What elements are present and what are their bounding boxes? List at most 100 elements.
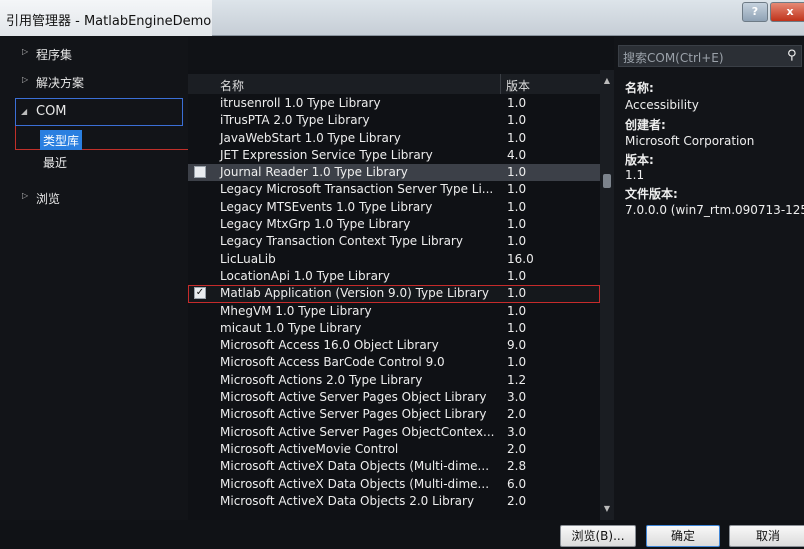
help-button[interactable]: ? <box>742 2 768 22</box>
row-version: 1.0 <box>507 96 527 110</box>
row-name: LicLuaLib <box>220 251 276 266</box>
nav-item-solution[interactable]: ▷ 解决方案 <box>0 70 188 94</box>
expand-arrow-icon: ▷ <box>22 75 29 84</box>
row-name: Legacy MtxGrp 1.0 Type Library <box>220 217 411 232</box>
ok-button[interactable]: 确定 <box>646 525 720 547</box>
row-name: Microsoft Active Server Pages Object Lib… <box>220 390 487 405</box>
list-row[interactable]: Microsoft Actions 2.0 Type Library 1.2 <box>188 372 600 389</box>
row-version: 9.0 <box>507 338 527 353</box>
list-row[interactable]: Legacy Transaction Context Type Library 1… <box>188 233 600 250</box>
nav-item-assemblies[interactable]: ▷ 程序集 <box>0 42 188 66</box>
details-panel: 搜索COM(Ctrl+E) ⚲ 名称: Accessibility 创建者: M… <box>614 37 804 520</box>
expand-arrow-icon: ▷ <box>22 47 29 56</box>
list-row[interactable]: iTrusPTA 2.0 Type Library 1.0 <box>188 112 600 129</box>
row-version: 6.0 <box>507 476 527 491</box>
list-row[interactable]: Microsoft Active Server Pages Object Lib… <box>188 406 600 423</box>
row-version: 1.0 <box>507 234 527 249</box>
list-row[interactable]: Microsoft ActiveX Data Objects (Multi-di… <box>188 476 600 493</box>
expand-arrow-icon: ▷ <box>22 191 29 200</box>
list-row[interactable]: Legacy MTSEvents 1.0 Type Library 1.0 <box>188 199 600 216</box>
list-row[interactable]: Microsoft ActiveX Data Objects 2.0 Libra… <box>188 493 600 510</box>
detail-creator-value: Microsoft Corporation <box>625 134 755 148</box>
list-row[interactable]: Microsoft Access 16.0 Object Library 9.0 <box>188 337 600 354</box>
row-version: 16.0 <box>507 251 534 266</box>
column-header-name[interactable]: 名称 <box>220 77 244 94</box>
list-row[interactable]: Legacy Microsoft Transaction Server Type… <box>188 181 600 198</box>
list-row[interactable]: Microsoft ActiveMovie Control 2.0 <box>188 441 600 458</box>
list-row[interactable]: Legacy MtxGrp 1.0 Type Library 1.0 <box>188 216 600 233</box>
row-version: 1.0 <box>507 165 527 180</box>
row-version: 4.0 <box>507 147 527 162</box>
list-header: 名称 版本 <box>188 74 600 94</box>
detail-file-version-label: 文件版本: <box>625 187 678 201</box>
row-name: Legacy Transaction Context Type Library <box>220 234 463 249</box>
detail-name-label: 名称: <box>625 81 654 95</box>
list-scrollbar[interactable]: ▲ ▼ <box>600 70 614 520</box>
column-header-version[interactable]: 版本 <box>506 77 530 94</box>
close-button[interactable]: x <box>770 2 804 22</box>
row-name: itrusenroll 1.0 Type Library <box>220 96 381 110</box>
list-row[interactable]: micaut 1.0 Type Library 1.0 <box>188 320 600 337</box>
nav-item-label: COM <box>36 104 67 119</box>
detail-creator-label: 创建者: <box>625 118 666 132</box>
row-name: MhegVM 1.0 Type Library <box>220 303 372 318</box>
row-version: 1.0 <box>507 199 527 214</box>
list-row[interactable]: MhegVM 1.0 Type Library 1.0 <box>188 303 600 320</box>
row-name: Microsoft Access BarCode Control 9.0 <box>220 355 445 370</box>
browse-button[interactable]: 浏览(B)... <box>560 525 636 547</box>
row-version: 1.0 <box>507 320 527 335</box>
nav-subitem-recent[interactable]: 最近 <box>40 152 70 172</box>
list-row[interactable]: LocationApi 1.0 Type Library 1.0 <box>188 268 600 285</box>
row-name: Microsoft ActiveX Data Objects 2.0 Libra… <box>220 493 475 508</box>
list-row-selected[interactable]: Journal Reader 1.0 Type Library 1.0 <box>188 164 600 182</box>
row-name: Matlab Application (Version 9.0) Type Li… <box>220 286 489 301</box>
window-title: 引用管理器 - MatlabEngineDemo <box>6 14 212 29</box>
row-version: 3.0 <box>507 390 527 405</box>
list-row[interactable]: LicLuaLib 16.0 <box>188 251 600 268</box>
list-row[interactable]: Microsoft Active Server Pages Object Lib… <box>188 389 600 406</box>
list-row[interactable]: JavaWebStart 1.0 Type Library 1.0 <box>188 130 600 147</box>
row-name: Microsoft ActiveX Data Objects (Multi-di… <box>220 476 490 491</box>
nav-item-com[interactable]: ◢ COM <box>15 98 183 126</box>
row-name: Microsoft ActiveMovie Control <box>220 441 399 456</box>
column-divider <box>500 74 501 94</box>
scroll-down-icon[interactable]: ▼ <box>600 502 614 516</box>
list-row-checked[interactable]: ✓ Matlab Application (Version 9.0) Type L… <box>188 285 600 303</box>
scroll-thumb[interactable] <box>603 174 611 188</box>
list-row[interactable]: Microsoft ActiveX Data Objects (Multi-di… <box>188 458 600 475</box>
list-rows: itrusenroll 1.0 Type Library 1.0 iTrusPTA… <box>188 95 600 510</box>
row-checkbox[interactable] <box>194 166 206 179</box>
row-name: JET Expression Service Type Library <box>220 147 433 162</box>
row-name: LocationApi 1.0 Type Library <box>220 268 390 283</box>
row-version: 2.0 <box>507 441 527 456</box>
row-version: 2.0 <box>507 407 527 422</box>
row-version: 1.0 <box>507 130 527 145</box>
row-name: Microsoft Actions 2.0 Type Library <box>220 372 423 387</box>
row-name: Microsoft Access 16.0 Object Library <box>220 338 439 353</box>
left-navigation: ▷ 程序集 ▷ 解决方案 ◢ COM 类型库 最近 ▷ 浏览 <box>0 37 190 520</box>
row-name: JavaWebStart 1.0 Type Library <box>220 130 401 145</box>
list-row[interactable]: itrusenroll 1.0 Type Library 1.0 <box>188 95 600 112</box>
collapse-arrow-icon: ◢ <box>21 107 28 116</box>
search-input[interactable]: 搜索COM(Ctrl+E) ⚲ <box>618 45 802 67</box>
nav-item-label: 浏览 <box>36 192 61 206</box>
cancel-button[interactable]: 取消 <box>729 525 804 547</box>
nav-subitem-type-libraries[interactable]: 类型库 <box>40 130 83 150</box>
row-version: 1.0 <box>507 113 527 128</box>
search-icon[interactable]: ⚲ <box>787 48 797 63</box>
row-name: Journal Reader 1.0 Type Library <box>220 165 408 180</box>
row-version: 2.0 <box>507 493 527 508</box>
check-icon[interactable]: ✓ <box>194 287 206 300</box>
nav-item-browse[interactable]: ▷ 浏览 <box>0 186 188 210</box>
row-version: 1.0 <box>507 182 527 197</box>
scroll-up-icon[interactable]: ▲ <box>600 74 614 88</box>
row-name: micaut 1.0 Type Library <box>220 320 362 335</box>
title-bar: 引用管理器 - MatlabEngineDemo ? x <box>0 0 804 36</box>
row-version: 1.0 <box>507 286 527 301</box>
list-row[interactable]: JET Expression Service Type Library 4.0 <box>188 147 600 164</box>
nav-item-label: 程序集 <box>36 48 73 62</box>
row-name: Legacy Microsoft Transaction Server Type… <box>220 182 494 197</box>
nav-item-label: 解决方案 <box>36 76 85 90</box>
list-row[interactable]: Microsoft Active Server Pages ObjectCont… <box>188 424 600 441</box>
list-row[interactable]: Microsoft Access BarCode Control 9.0 1.0 <box>188 354 600 371</box>
